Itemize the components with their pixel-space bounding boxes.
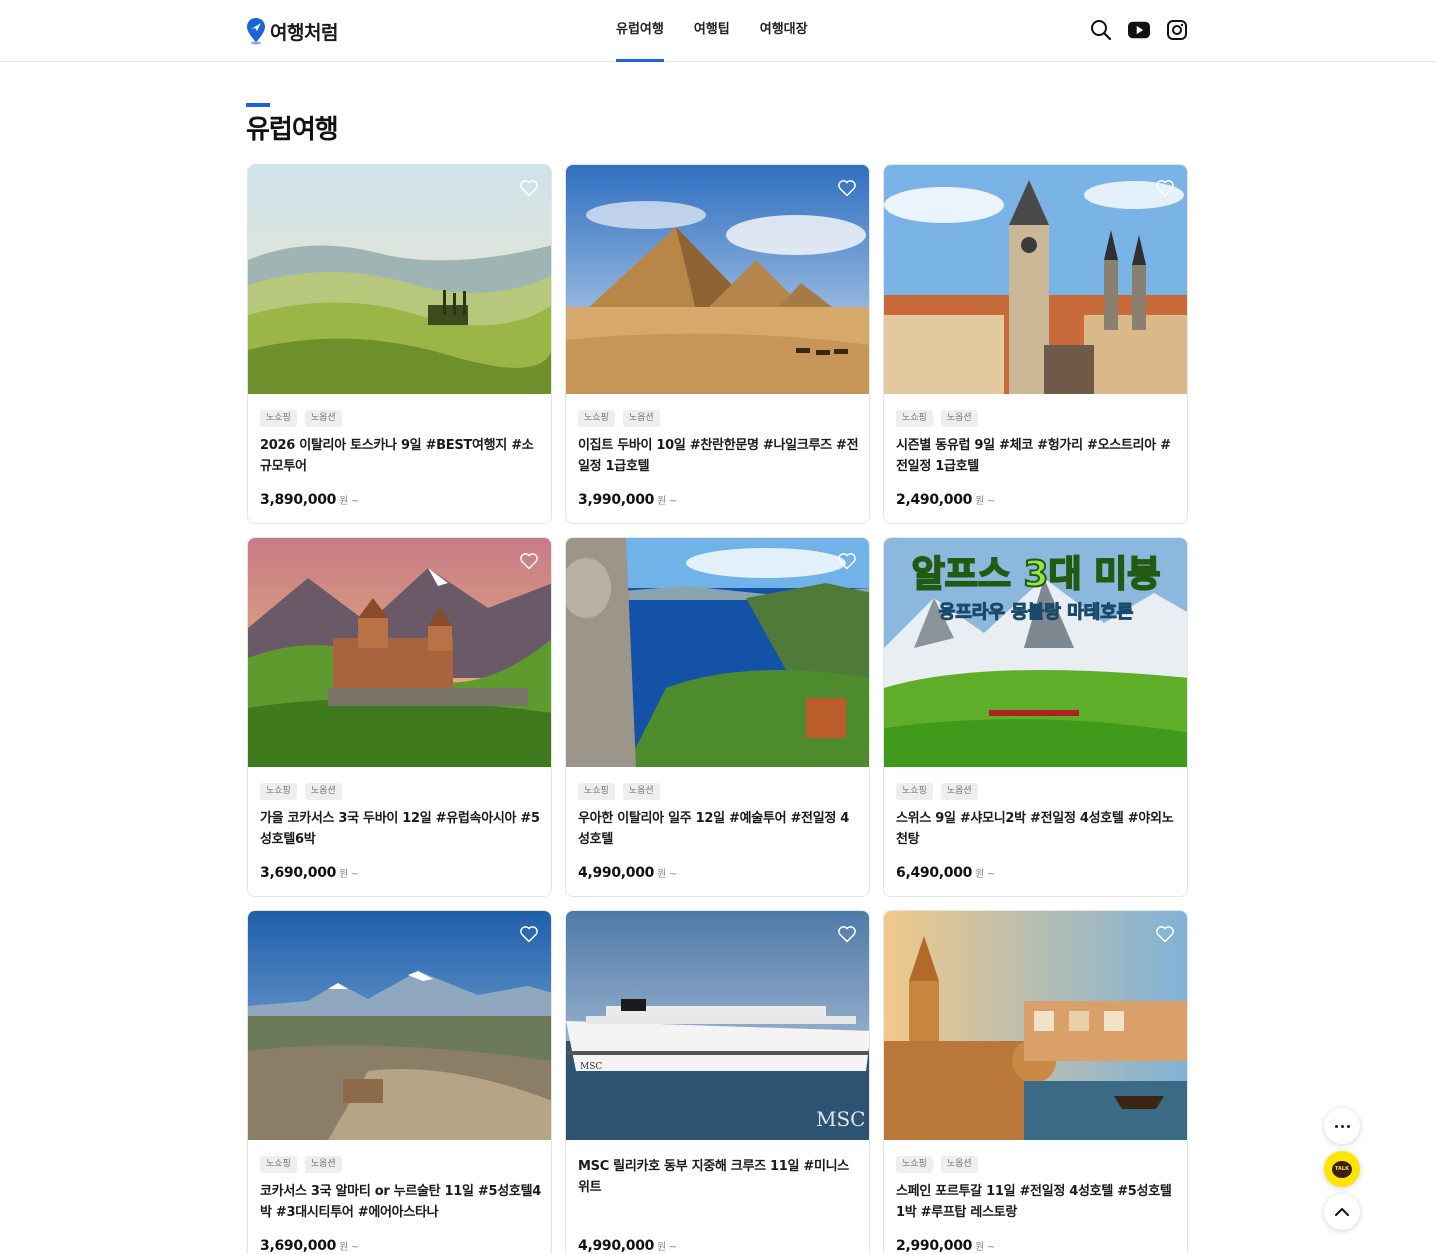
tag-list: 노쇼핑 노옵션 [896, 410, 978, 427]
product-title: 이집트 두바이 10일 #찬란한문명 #나일크루즈 #전일정 1급호텔 [578, 438, 859, 474]
tag: 노옵션 [622, 410, 660, 427]
product-price: 3,690,000 원 ~ [260, 1238, 359, 1254]
logo-pin-icon [246, 17, 266, 45]
heart-icon[interactable] [1155, 924, 1175, 944]
product-price: 6,490,000 원 ~ [896, 865, 995, 881]
heart-icon[interactable] [1155, 178, 1175, 198]
product-card[interactable]: 노쇼핑 노옵션 우아한 이탈리아 일주 12일 #예술투어 #전일정 4성호텔 … [565, 537, 870, 897]
site-logo[interactable]: 여행처럼 [246, 16, 338, 46]
tag: 노쇼핑 [896, 783, 933, 800]
heart-icon[interactable] [519, 178, 539, 198]
product-title: 코카서스 3국 알마티 or 누르술탄 11일 #5성호텔4박 #3대시티투어 … [260, 1184, 541, 1220]
section-title: 유럽여행 [246, 103, 339, 146]
product-image [248, 538, 551, 767]
tag: 노옵션 [304, 1156, 342, 1173]
tag: 노옵션 [940, 783, 978, 800]
banner-subtitle: 융프라우 몽블랑 마테호른 [939, 602, 1134, 623]
product-price: 4,990,000 원 ~ [578, 865, 677, 881]
tag: 노쇼핑 [896, 1156, 933, 1173]
product-image [566, 165, 869, 394]
ship-brand-text: MSC [580, 1062, 602, 1072]
product-grid: 노쇼핑 노옵션 2026 이탈리아 토스카나 9일 #BEST여행지 #소규모투… [247, 164, 1189, 1254]
product-image [566, 538, 869, 767]
more-dots-icon [1334, 1124, 1350, 1128]
logo-text: 여행처럼 [270, 21, 338, 44]
product-card[interactable]: 노쇼핑 노옵션 가을 코카서스 3국 두바이 12일 #유럽속아시아 #5성호텔… [247, 537, 552, 897]
tag-list: 노쇼핑 노옵션 [578, 783, 660, 800]
tag-list: 노쇼핑 노옵션 [896, 1156, 978, 1173]
tag: 노옵션 [304, 783, 342, 800]
product-title: 2026 이탈리아 토스카나 9일 #BEST여행지 #소규모투어 [260, 438, 534, 474]
product-card[interactable]: 노쇼핑 노옵션 시즌별 동유럽 9일 #체코 #헝가리 #오스트리아 #전일정 … [883, 164, 1188, 524]
tag: 노옵션 [304, 410, 342, 427]
chevron-up-icon [1335, 1208, 1349, 1216]
header-icons [1090, 19, 1188, 41]
search-icon[interactable] [1090, 19, 1112, 41]
product-card[interactable]: MSC MSC MSC 릴리카호 동부 지중해 크루즈 11일 #미니스위트 4… [565, 910, 870, 1254]
product-card[interactable]: 노쇼핑 노옵션 스페인 포르투갈 11일 #전일정 4성호텔 #5성호텔1박 #… [883, 910, 1188, 1254]
tag-list: 노쇼핑 노옵션 [260, 1156, 342, 1173]
product-card[interactable]: 알프스 3대 미봉 융프라우 몽블랑 마테호른 노쇼핑 노옵션 스위스 9일 #… [883, 537, 1188, 897]
product-card[interactable]: 노쇼핑 노옵션 코카서스 3국 알마티 or 누르술탄 11일 #5성호텔4박 … [247, 910, 552, 1254]
banner-title: 알프스 3대 미봉 [912, 554, 1161, 595]
heart-icon[interactable] [837, 178, 857, 198]
product-title: 가을 코카서스 3국 두바이 12일 #유럽속아시아 #5성호텔6박 [260, 811, 540, 847]
kakao-talk-icon: TALK [1332, 1160, 1352, 1178]
product-price: 4,990,000 원 ~ [578, 1238, 677, 1254]
nav-europe-travel[interactable]: 유럽여행 [616, 0, 664, 62]
product-title: 스위스 9일 #샤모니2박 #전일정 4성호텔 #야외노천탕 [896, 811, 1174, 847]
kakao-talk-button[interactable]: TALK [1324, 1151, 1360, 1187]
tag: 노쇼핑 [260, 783, 297, 800]
nav-travel-leader[interactable]: 여행대장 [760, 0, 808, 62]
tag-list: 노쇼핑 노옵션 [578, 410, 660, 427]
product-image [248, 165, 551, 394]
product-image [248, 911, 551, 1140]
tag-list: 노쇼핑 노옵션 [260, 783, 342, 800]
tag: 노쇼핑 [896, 410, 933, 427]
tag-list: 노쇼핑 노옵션 [896, 783, 978, 800]
product-title: 시즌별 동유럽 9일 #체코 #헝가리 #오스트리아 #전일정 1급호텔 [896, 438, 1171, 474]
heart-icon[interactable] [837, 551, 857, 571]
product-price: 3,990,000 원 ~ [578, 492, 677, 508]
tag: 노쇼핑 [578, 410, 615, 427]
instagram-icon[interactable] [1166, 19, 1188, 41]
tag: 노옵션 [940, 1156, 978, 1173]
product-image [884, 911, 1187, 1140]
scroll-top-button[interactable] [1324, 1194, 1360, 1230]
nav-travel-tips[interactable]: 여행팁 [694, 0, 730, 62]
heart-icon[interactable] [519, 924, 539, 944]
tag-list: 노쇼핑 노옵션 [260, 410, 342, 427]
product-price: 2,490,000 원 ~ [896, 492, 995, 508]
product-card[interactable]: 노쇼핑 노옵션 2026 이탈리아 토스카나 9일 #BEST여행지 #소규모투… [247, 164, 552, 524]
product-image [884, 165, 1187, 394]
product-card[interactable]: 노쇼핑 노옵션 이집트 두바이 10일 #찬란한문명 #나일크루즈 #전일정 1… [565, 164, 870, 524]
heart-icon[interactable] [519, 551, 539, 571]
product-price: 2,990,000 원 ~ [896, 1238, 995, 1254]
youtube-icon[interactable] [1128, 19, 1150, 41]
product-title: 스페인 포르투갈 11일 #전일정 4성호텔 #5성호텔1박 #루프탑 레스토랑 [896, 1184, 1172, 1220]
tag: 노옵션 [622, 783, 660, 800]
product-price: 3,690,000 원 ~ [260, 865, 359, 881]
product-image: MSC MSC [566, 911, 869, 1140]
product-price: 3,890,000 원 ~ [260, 492, 359, 508]
brand-watermark: MSC [816, 1107, 865, 1131]
main-nav: 유럽여행 여행팁 여행대장 [616, 0, 808, 62]
more-button[interactable] [1324, 1108, 1360, 1144]
site-header: 여행처럼 유럽여행 여행팁 여행대장 [0, 0, 1436, 62]
tag: 노쇼핑 [578, 783, 615, 800]
product-title: MSC 릴리카호 동부 지중해 크루즈 11일 #미니스위트 [578, 1159, 849, 1195]
product-image: 알프스 3대 미봉 융프라우 몽블랑 마테호른 [884, 538, 1187, 767]
tag: 노쇼핑 [260, 410, 297, 427]
heart-icon[interactable] [837, 924, 857, 944]
tag: 노쇼핑 [260, 1156, 297, 1173]
product-title: 우아한 이탈리아 일주 12일 #예술투어 #전일정 4성호텔 [578, 811, 849, 847]
tag: 노옵션 [940, 410, 978, 427]
